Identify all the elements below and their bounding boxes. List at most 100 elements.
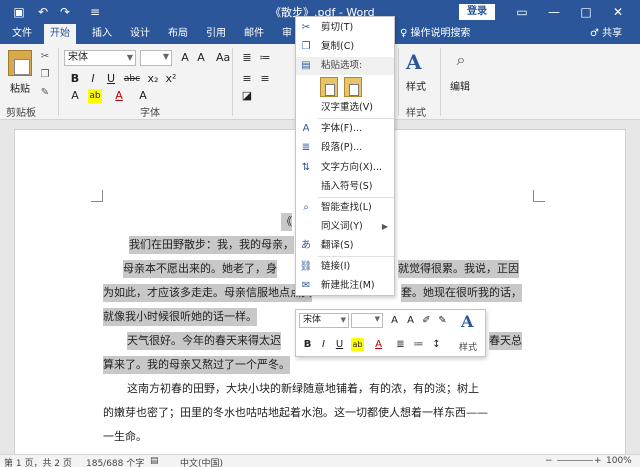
format-painter-icon[interactable]: ✎ [38,86,52,100]
clear-format-icon[interactable]: ✐ [420,314,433,327]
change-case-icon[interactable]: Aa [216,51,230,65]
underline-button[interactable]: U [333,338,346,351]
align-center-icon[interactable]: ≡ [258,72,272,86]
page-count[interactable]: 第 1 页，共 2 页 [4,456,72,467]
zoom-in-icon[interactable]: + [594,456,602,466]
font-name-select[interactable]: 宋体 ▼ [64,50,136,66]
paste-button-label[interactable]: 粘贴 [10,80,30,95]
edit-button-label[interactable]: 编辑 [450,78,470,93]
bullets-icon[interactable]: ≣ [394,338,407,351]
italic-button[interactable]: I [317,338,330,351]
chevron-down-icon: ▼ [126,53,133,62]
styles-icon[interactable]: A [406,50,428,74]
menu-item-paragraph[interactable]: ≣ 段落(P)... [296,139,394,157]
undo-icon[interactable]: ↶ [34,3,52,21]
paste-text-only-icon[interactable] [344,77,362,97]
menu-item-smart-lookup[interactable]: ⌕ 智能查找(L) [296,199,394,217]
menu-item-copy[interactable]: ❐ 复制(C) [296,38,394,56]
minimize-icon[interactable]: — [540,2,568,22]
customize-icon[interactable]: ≡ [86,3,104,21]
mini-toolbar: 宋体 ▼ ▼ A A ✐ ✎ B I U ab A ≣ ≔ ↕ A 样式 [295,309,486,357]
bold-button[interactable]: B [68,72,82,86]
group-divider [440,48,441,116]
tab-file[interactable]: 文件 [6,24,38,44]
paste-keep-formatting-icon[interactable] [320,77,338,97]
mini-styles-label[interactable]: 样式 [459,340,477,353]
menu-item-insert-symbol[interactable]: 插入符号(S) [296,178,394,196]
doc-line: 天气很好。今年的春天来得太迟 [127,332,281,350]
tell-me-search[interactable]: ♀ 操作说明搜索 [400,24,471,44]
language[interactable]: 中文(中国) [180,456,223,467]
tab-mailings[interactable]: 邮件 [238,24,270,44]
tab-layout[interactable]: 布局 [162,24,194,44]
word-count[interactable]: 185/688 个字 [86,456,144,467]
maximize-icon[interactable]: □ [572,2,600,22]
tab-references[interactable]: 引用 [200,24,232,44]
zoom-out-icon[interactable]: − [545,456,553,466]
shading-icon[interactable]: ◪ [240,89,254,103]
redo-icon[interactable]: ↷ [56,3,74,21]
strikethrough-button[interactable]: abc [122,72,142,86]
menu-item-cut[interactable]: ✂ 剪切(T) [296,19,394,37]
menu-item-synonyms[interactable]: 同义词(Y) ▶ [296,218,394,236]
font-color-button[interactable]: A [112,89,126,103]
menu-item-label: 翻译(S) [321,240,354,251]
doc-line: 为如此，才应该多走走。母亲信服地点点头 [103,284,312,302]
menu-item-translate[interactable]: あ 翻译(S) [296,237,394,255]
search-icon[interactable]: ⌕ [452,50,470,72]
ribbon-display-icon[interactable]: ▭ [508,2,536,22]
cut-icon[interactable]: ✂ [38,50,52,64]
bullets-icon[interactable]: ≣ [240,51,254,65]
styles-button-label[interactable]: 样式 [406,78,426,93]
close-icon[interactable]: ✕ [604,2,632,22]
chevron-down-icon: ▼ [374,315,380,323]
bold-button[interactable]: B [301,338,314,351]
highlight-button[interactable]: ab [88,89,102,103]
shrink-font-icon[interactable]: A [404,314,417,327]
menu-item-link[interactable]: ⛓ 链接(I) [296,258,394,276]
highlight-icon[interactable]: ab [351,338,364,351]
font-size-select[interactable]: ▼ [140,50,172,66]
zoom-slider[interactable] [557,460,593,461]
paste-icon[interactable] [8,50,32,76]
numbering-icon[interactable]: ≔ [412,338,425,351]
grow-font-icon[interactable]: A [178,51,192,65]
share-button[interactable]: ♂ 共享 [590,24,622,44]
font-color-icon[interactable]: A [372,338,385,351]
login-button[interactable]: 登录 [459,4,495,20]
align-left-icon[interactable]: ≡ [240,72,254,86]
tab-insert[interactable]: 插入 [86,24,118,44]
doc-line: 我们在田野散步：我，我的母亲， [129,236,294,254]
grow-font-icon[interactable]: A [388,314,401,327]
tab-home[interactable]: 开始 [44,24,76,44]
menu-item-new-comment[interactable]: ✉ 新建批注(M) [296,277,394,295]
line-spacing-icon[interactable]: ↕ [430,338,443,351]
superscript-button[interactable]: x² [164,72,178,86]
numbering-icon[interactable]: ≔ [258,51,272,65]
menu-item-font[interactable]: A 字体(F)... [296,120,394,138]
tab-design[interactable]: 设计 [124,24,156,44]
menu-item-reconvert[interactable]: 汉字重选(V) [296,99,394,117]
menu-item-label: 新建批注(M) [321,280,375,291]
subscript-button[interactable]: x₂ [146,72,160,86]
text-effects-icon[interactable]: A [68,89,82,103]
proofing-icon[interactable]: ▤ [150,456,159,466]
styles-icon[interactable]: A [461,312,481,332]
copy-icon[interactable]: ❐ [38,68,52,82]
chevron-down-icon: ▼ [162,52,169,61]
doc-line: 就像我小时候很听她的话一样。 [103,308,257,326]
save-icon[interactable]: ▣ [10,3,28,21]
text-direction-icon: ⇅ [301,162,311,173]
menu-item-text-direction[interactable]: ⇅ 文字方向(X)... [296,159,394,177]
mini-size-select[interactable]: ▼ [351,313,383,328]
translate-icon: あ [301,240,311,251]
char-shading-icon[interactable]: A [136,89,150,103]
italic-button[interactable]: I [86,72,100,86]
format-painter-icon[interactable]: ✎ [436,314,449,327]
menu-item-label: 复制(C) [321,41,355,52]
shrink-font-icon[interactable]: A [194,51,208,65]
underline-button[interactable]: U [104,72,118,86]
doc-line: 的嫩芽也密了；田里的冬水也咕咕地起着水泡。这一切都使人想着一样东西—— [103,406,488,419]
zoom-level[interactable]: 100% [606,456,632,466]
mini-font-select[interactable]: 宋体 ▼ [299,313,349,328]
